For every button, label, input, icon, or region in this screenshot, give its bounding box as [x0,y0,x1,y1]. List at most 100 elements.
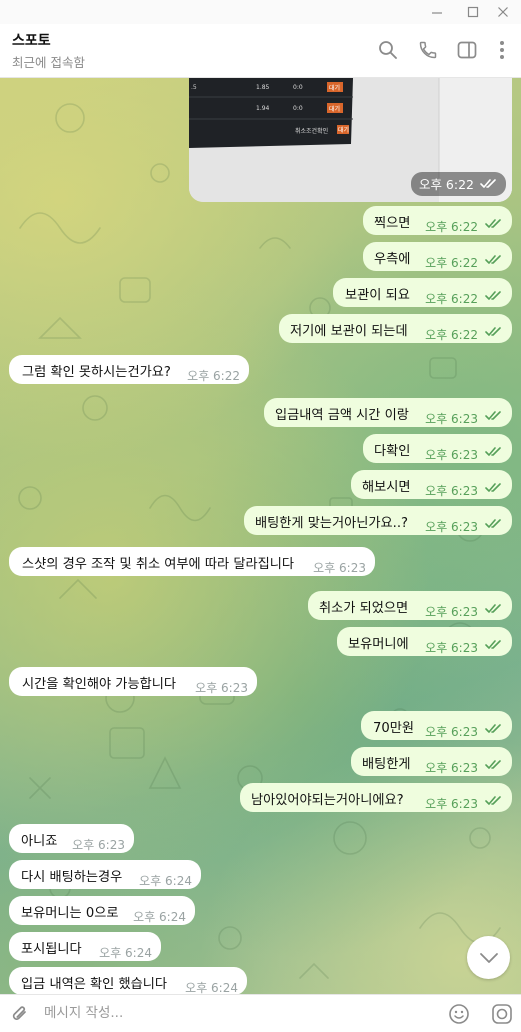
table-cell: 0:0 [293,105,303,112]
scroll-down-button[interactable] [467,936,510,979]
message-time: 오후 6:23 [425,605,478,619]
incoming-message[interactable]: 다시 배팅하는경우 오후 6:24 [9,860,201,889]
table-cell: 1.85 [256,84,270,91]
photo-message[interactable]: .5 1.85 0:0 대기 1.94 0:0 대기 취소조건확인 대기 오후 … [189,78,512,202]
message-time: 오후 6:22 [418,177,474,192]
table-badge: 대기 [338,127,350,134]
message-time: 오후 6:23 [425,484,478,498]
read-receipt-icon [485,519,501,528]
read-receipt-icon [485,327,501,336]
close-icon[interactable] [488,2,518,22]
outgoing-message[interactable]: 입금내역 금액 시간 이랑 오후 6:23 [264,398,512,427]
table-cell: 취소조건확인 [295,128,329,135]
incoming-message[interactable]: 그럼 확인 못하시는건가요? 오후 6:22 [9,355,249,384]
message-text: 70만원 [373,721,415,736]
search-icon[interactable] [375,37,401,63]
emoji-icon[interactable] [447,1002,471,1026]
message-time: 오후 6:23 [425,797,478,811]
outgoing-message[interactable]: 다확인 오후 6:23 [363,434,512,463]
window-titlebar [0,0,521,24]
message-time: 오후 6:22 [425,292,478,306]
outgoing-message[interactable]: 찍으면 오후 6:22 [363,206,512,235]
message-time: 오후 6:23 [425,520,478,534]
read-receipt-icon [485,255,501,264]
phone-icon[interactable] [415,37,441,63]
table-badge: 대기 [329,85,341,92]
read-receipt-icon [485,219,501,228]
outgoing-message[interactable]: 보관이 되요 오후 6:22 [333,278,512,307]
message-text: 보관이 되요 [345,288,410,303]
message-time: 오후 6:23 [425,448,478,462]
chat-title[interactable]: 스포토 [12,30,51,50]
message-time: 오후 6:23 [195,681,248,695]
table-cell: 0:0 [293,84,303,91]
message-text: 해보시면 [362,480,411,495]
message-input[interactable] [44,1001,424,1025]
message-text: 우측에 [374,252,411,267]
scroll-down-icon [479,952,498,963]
message-time: 오후 6:22 [425,220,478,234]
incoming-message[interactable]: 포시됩니다 오후 6:24 [9,932,161,961]
photo-time-overlay: 오후 6:22 [410,172,506,196]
message-text: 찍으면 [374,216,411,231]
message-time: 오후 6:24 [139,874,192,888]
message-text: 스샷의 경우 조작 및 취소 여부에 따라 달라집니다 [22,557,294,572]
read-receipt-icon [480,178,496,188]
incoming-message[interactable]: 스샷의 경우 조작 및 취소 여부에 따라 달라집니다 오후 6:23 [9,547,375,576]
table-cell: .5 [191,84,197,91]
outgoing-message[interactable]: 취소가 되었으면 오후 6:23 [308,591,512,620]
outgoing-message[interactable]: 70만원 오후 6:23 [361,711,512,740]
table-cell: 1.94 [256,105,270,112]
message-text: 남아있어야되는거아니에요? [251,793,404,808]
camera-icon[interactable] [490,1002,514,1026]
sidebar-icon[interactable] [454,37,480,63]
incoming-message[interactable]: 보유머니는 0으로 오후 6:24 [9,896,195,925]
more-icon[interactable] [489,37,515,63]
outgoing-message[interactable]: 남아있어야되는거아니에요? 오후 6:23 [240,783,512,812]
read-receipt-icon [485,483,501,492]
message-text: 배팅한게 [362,757,411,772]
message-time: 오후 6:22 [187,369,240,383]
chat-header: 스포토 최근에 접속함 [0,24,521,78]
maximize-icon[interactable] [458,2,488,22]
message-time: 오후 6:23 [425,725,478,739]
incoming-message[interactable]: 입금 내역은 확인 했습니다 오후 6:24 [9,967,247,994]
message-text: 입금 내역은 확인 했습니다 [21,977,168,992]
read-receipt-icon [485,724,501,733]
message-text: 다시 배팅하는경우 [21,870,123,885]
read-receipt-icon [485,640,501,649]
outgoing-message[interactable]: 배팅한게 맞는거아닌가요..? 오후 6:23 [244,506,512,535]
message-text: 취소가 되었으면 [319,601,409,616]
read-receipt-icon [485,411,501,420]
message-text: 시간을 확인해야 가능합니다 [22,677,176,692]
message-time: 오후 6:23 [425,641,478,655]
incoming-message[interactable]: 아니죠 오후 6:23 [9,824,134,853]
minimize-icon[interactable] [422,2,452,22]
chat-status: 최근에 접속함 [12,55,85,70]
message-time: 오후 6:24 [99,946,152,960]
message-time: 오후 6:22 [425,328,478,342]
message-time: 오후 6:24 [185,981,238,994]
message-time: 오후 6:23 [72,838,125,852]
message-time: 오후 6:23 [313,561,366,575]
message-text: 아니죠 [21,834,58,849]
outgoing-message[interactable]: 저기에 보관이 되는데 오후 6:22 [279,314,512,343]
outgoing-message[interactable]: 우측에 오후 6:22 [363,242,512,271]
message-text: 입금내역 금액 시간 이랑 [275,408,409,423]
outgoing-message[interactable]: 해보시면 오후 6:23 [351,470,512,499]
message-text: 포시됩니다 [21,942,82,957]
message-text: 보유머니는 0으로 [21,906,119,921]
message-time: 오후 6:23 [425,761,478,775]
read-receipt-icon [485,760,501,769]
read-receipt-icon [485,447,501,456]
chat-area[interactable]: .5 1.85 0:0 대기 1.94 0:0 대기 취소조건확인 대기 오후 … [0,78,521,994]
attach-icon[interactable] [8,1002,32,1026]
outgoing-message[interactable]: 보유머니에 오후 6:23 [337,627,512,656]
message-text: 저기에 보관이 되는데 [290,324,408,339]
outgoing-message[interactable]: 배팅한게 오후 6:23 [351,747,512,776]
read-receipt-icon [485,604,501,613]
message-text: 배팅한게 맞는거아닌가요..? [255,516,409,531]
message-time: 오후 6:23 [425,412,478,426]
table-badge: 대기 [329,106,341,113]
incoming-message[interactable]: 시간을 확인해야 가능합니다 오후 6:23 [9,667,257,696]
